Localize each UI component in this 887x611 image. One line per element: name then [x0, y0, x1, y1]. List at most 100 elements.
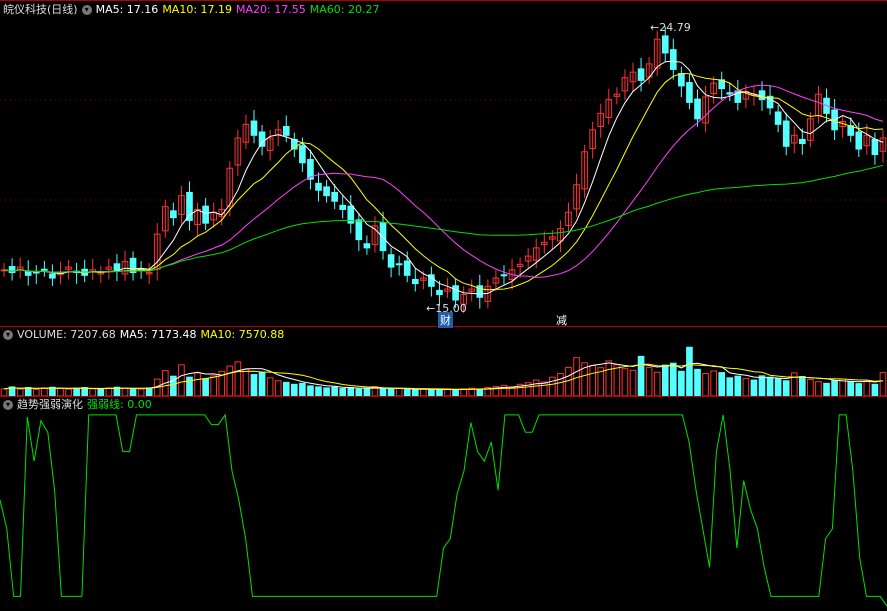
volume-bar	[347, 387, 355, 397]
volume-bar	[89, 388, 97, 397]
candle-body	[452, 285, 459, 301]
candle-body	[299, 145, 306, 164]
chevron-down-icon[interactable]: ▾	[3, 330, 13, 340]
volume-bar	[291, 383, 298, 397]
volume-bar	[145, 387, 153, 397]
volume-bar	[823, 382, 830, 397]
candlestick-chart	[0, 26, 887, 314]
candle-body	[678, 73, 685, 87]
candle-body	[170, 210, 177, 219]
candle-body	[686, 82, 693, 103]
volume-bar	[194, 372, 201, 397]
volume-bar	[629, 369, 637, 397]
volume-bar	[307, 385, 314, 397]
candle-body	[871, 138, 879, 156]
volume-bar	[105, 387, 113, 397]
volume-bar	[790, 372, 798, 397]
volume-bar	[266, 377, 274, 397]
volume-bar	[637, 355, 645, 397]
volume-ma5-label: MA5: 7173.48	[119, 328, 197, 341]
volume-bar	[331, 386, 338, 397]
candle-body	[323, 186, 330, 197]
volume-panel-header: ▾ VOLUME: 7207.68 MA5: 7173.48 MA10: 757…	[3, 327, 284, 343]
volume-bar	[718, 372, 726, 397]
candle-body	[363, 243, 371, 249]
candle-body	[113, 263, 121, 271]
volume-bar	[565, 366, 572, 397]
candle-body	[395, 263, 403, 266]
ma20-label: MA20: 17.55	[236, 3, 306, 16]
event-marker-financial[interactable]: 财	[438, 312, 453, 328]
volume-bar	[57, 388, 64, 397]
chevron-down-icon[interactable]: ▾	[3, 400, 13, 410]
volume-bar	[41, 387, 48, 397]
candle-body	[250, 120, 258, 136]
candle-body	[799, 138, 806, 145]
volume-bar	[186, 376, 193, 397]
volume-bar	[121, 387, 129, 397]
candle-body	[411, 278, 419, 285]
volume-bar	[178, 364, 185, 397]
candle-body	[41, 268, 48, 271]
volume-bar	[549, 376, 556, 397]
volume-bar	[758, 375, 766, 397]
candle-body	[24, 270, 32, 276]
volume-bar	[0, 388, 8, 397]
volume-bar	[323, 387, 330, 397]
volume-bar	[726, 377, 734, 397]
candle-body	[331, 191, 338, 202]
volume-bar	[678, 370, 685, 397]
volume-bar	[782, 380, 790, 397]
volume-bar	[202, 378, 209, 397]
volume-bar	[73, 387, 80, 397]
volume-bar	[395, 388, 403, 397]
candle-body	[436, 289, 443, 296]
volume-bar	[65, 388, 72, 397]
candle-body	[403, 260, 411, 276]
candle-body	[339, 204, 347, 210]
volume-bar	[315, 386, 322, 397]
volume-bar	[694, 368, 701, 397]
volume-bar	[274, 380, 282, 397]
high-price-marker: ←24.79	[650, 21, 691, 34]
volume-bar	[750, 379, 758, 397]
volume-bar	[24, 387, 32, 397]
ma60-label: MA60: 20.27	[309, 3, 380, 16]
volume-bar	[557, 373, 564, 397]
event-marker-reduce[interactable]: 减	[556, 312, 567, 328]
volume-bar	[540, 381, 548, 397]
volume-bar	[420, 388, 427, 397]
candle-body	[694, 98, 701, 120]
strength-indicator-chart	[0, 413, 887, 607]
ma10-line	[3, 72, 884, 291]
chevron-down-icon[interactable]: ▾	[81, 5, 92, 15]
indicator-title: 趋势强弱演化	[17, 398, 83, 411]
volume-bar	[605, 360, 613, 397]
volume-bar	[871, 383, 879, 397]
volume-bar	[702, 373, 709, 397]
volume-bar	[258, 371, 266, 397]
stock-title: 皖仪科技(日线)	[3, 3, 78, 16]
volume-bar	[250, 374, 258, 397]
volume-bar	[403, 388, 411, 397]
volume-bar	[589, 364, 596, 397]
ma10-label: MA10: 17.19	[162, 3, 233, 16]
strength-line-label: 强弱线: 0.00	[87, 398, 152, 411]
candle-body	[49, 273, 56, 279]
volume-bar	[339, 388, 347, 397]
high-price-value: 24.79	[659, 21, 691, 34]
candle-body	[637, 68, 645, 81]
strength-line	[0, 413, 887, 607]
volume-bar	[355, 388, 363, 397]
volume-bar	[863, 380, 871, 397]
volume-bar	[653, 371, 661, 397]
volume-bar	[815, 381, 822, 397]
candle-body	[258, 131, 266, 147]
volume-bar	[661, 364, 669, 397]
volume-bar	[774, 378, 782, 397]
volume-bar	[855, 383, 863, 397]
volume-bar	[621, 368, 629, 397]
volume-label: VOLUME: 7207.68	[17, 328, 116, 341]
volume-bar	[363, 387, 371, 397]
candle-body	[855, 131, 863, 150]
